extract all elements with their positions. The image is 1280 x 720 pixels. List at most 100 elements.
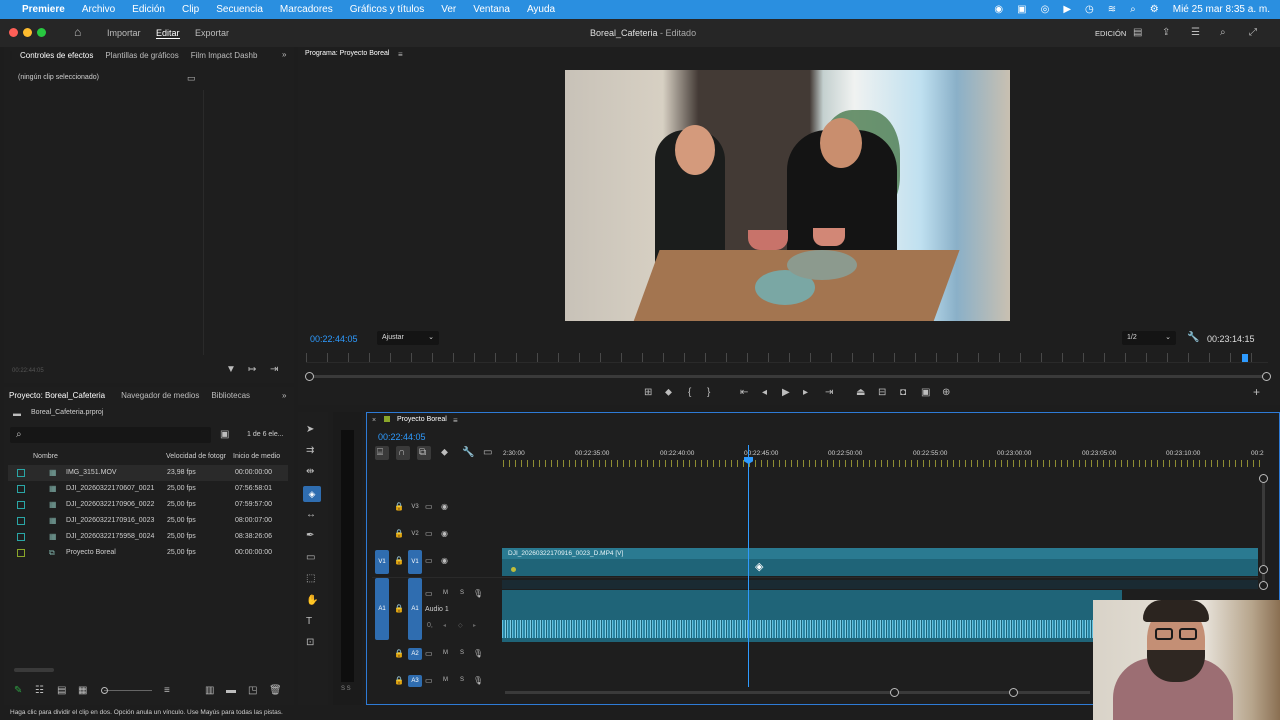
list-view-icon[interactable]: ☷ [35,686,44,696]
tab-media-browser[interactable]: Navegador de medios [121,391,199,400]
fit-dropdown[interactable]: Ajustar ⌄ [377,331,439,345]
more-tabs-icon[interactable]: » [282,50,286,60]
go-to-out-icon[interactable]: ⇥ [825,388,833,398]
slider-handle[interactable] [101,687,108,694]
program-monitor-title[interactable]: Programa: Proyecto Boreal [305,50,389,57]
automate-icon[interactable]: ▥ [205,686,214,696]
sync-lock-icon[interactable]: ▭ [425,529,433,539]
home-icon[interactable]: ⌂ [74,26,81,38]
color-label-swatch[interactable] [17,517,25,525]
source-patch-v1[interactable]: V1 [375,550,389,574]
sync-lock-icon[interactable]: ▭ [425,589,433,599]
solo-button[interactable]: S [460,677,464,683]
column-media-start[interactable]: Inicio de medio [233,453,280,460]
ripple-edit-tool-icon[interactable]: ⇹ [306,467,314,477]
pencil-icon[interactable]: ✎ [14,686,22,696]
project-scrollbar[interactable] [14,668,54,672]
wifi-icon[interactable]: ≋ [1108,4,1116,15]
color-label-swatch[interactable] [17,469,25,477]
share-icon[interactable]: ⇪ [1162,28,1170,38]
program-menu-icon[interactable]: ≡ [398,50,403,60]
sync-lock-icon[interactable]: ▭ [425,502,433,512]
vscroll-handle-bottom[interactable] [1259,565,1268,574]
slip-tool-icon[interactable]: ↔ [306,510,316,520]
source-patch-a1[interactable]: A1 [375,578,389,640]
audio1-volume[interactable]: 0, [427,622,433,629]
timeline-timecode[interactable]: 00:22:44:05 [378,432,426,442]
workspace-panel-icon[interactable]: ▤ [1133,28,1142,38]
nav-importar[interactable]: Importar [107,28,141,38]
microphone-icon[interactable]: 🎙 [473,589,483,599]
tab-effect-controls[interactable]: Controles de efectos [10,50,93,60]
menu-marcadores[interactable]: Marcadores [280,4,333,15]
close-window-icon[interactable] [9,28,18,37]
eye-icon[interactable]: ◉ [441,556,448,566]
play-status-icon[interactable]: ▶ [1063,4,1071,15]
mute-button[interactable]: M [443,590,448,596]
selection-tool-icon[interactable]: ➤ [306,425,314,435]
menu-secuencia[interactable]: Secuencia [216,4,263,15]
menu-app[interactable]: Premiere [22,4,65,15]
zoom-handle-right[interactable] [1262,372,1271,381]
sync-lock-icon[interactable]: ▭ [425,649,433,659]
add-marker-icon[interactable]: ⬥ [441,448,448,458]
extract-icon[interactable]: ⊟ [878,388,886,398]
step-forward-icon[interactable]: ▸ [803,388,808,398]
nav-exportar[interactable]: Exportar [195,28,229,38]
lock-icon[interactable]: 🔒 [394,649,404,659]
video-clip[interactable]: DJI_20260322170916_0023_D.MP4 [V] [502,548,1258,576]
hscroll-handle-right[interactable] [1009,688,1018,697]
thumbnail-size-slider[interactable] [104,690,152,691]
minimize-window-icon[interactable] [23,28,32,37]
video-frame[interactable] [565,70,1010,321]
panel-toggle-icon[interactable]: ▭ [187,73,196,83]
rectangle-tool-icon[interactable]: ▭ [306,553,315,563]
timeline-tab[interactable]: Proyecto Boreal [397,416,447,423]
comparison-icon[interactable]: ▣ [921,388,930,398]
menu-ventana[interactable]: Ventana [473,4,510,15]
new-bin-icon[interactable]: ▬ [226,686,236,696]
timeline-menu-icon[interactable]: ≡ [453,416,458,426]
caption-tool-icon[interactable]: ⊡ [306,638,314,648]
solo-button[interactable]: S [460,590,464,596]
lock-icon[interactable]: 🔒 [394,676,404,686]
track-target-v3[interactable]: V3 [408,501,422,513]
lock-icon[interactable]: 🔒 [394,529,404,539]
icon-view-icon[interactable]: ▤ [57,686,66,696]
search-ui-icon[interactable]: ⌕ [1220,28,1226,38]
track-target-a1[interactable]: A1 [408,578,422,640]
menu-ayuda[interactable]: Ayuda [527,4,555,15]
filter-icon[interactable]: ▼ [226,365,236,375]
output-icon[interactable]: ⇥ [270,365,278,375]
microphone-icon[interactable]: 🎙 [473,649,483,659]
program-ruler[interactable] [306,353,1268,363]
meter-solo-labels[interactable]: S S [341,686,351,692]
lock-icon[interactable]: 🔒 [394,604,404,614]
color-label-swatch[interactable] [17,533,25,541]
lock-icon[interactable]: 🔒 [394,556,404,566]
mark-out-icon[interactable]: } [707,388,710,398]
tab-graphics-templates[interactable]: Plantillas de gráficos [105,51,178,60]
workspace-label[interactable]: EDICIÓN [1095,29,1126,38]
more-tabs-icon[interactable]: » [282,391,286,401]
timeline-horizontal-scrollbar[interactable] [505,691,1090,694]
track-target-a3[interactable]: A3 [408,675,422,687]
track-target-a2[interactable]: A2 [408,648,422,660]
clock-status-icon[interactable]: ◷ [1085,4,1094,15]
zoom-handle-left[interactable] [305,372,314,381]
control-center-icon[interactable]: ⚙ [1150,4,1159,15]
vr-icon[interactable]: ⊕ [942,388,950,398]
color-label-swatch[interactable] [17,549,25,557]
sync-lock-icon[interactable]: ▭ [425,556,433,566]
marker-icon[interactable]: ⬥ [665,388,672,398]
text-select-tool-icon[interactable]: ⬚ [306,574,315,584]
project-search-input[interactable] [10,427,211,443]
creative-cloud-icon[interactable]: ◉ [994,4,1003,15]
menu-archivo[interactable]: Archivo [82,4,115,15]
program-playhead-timecode[interactable]: 00:22:44:05 [310,334,358,344]
vscroll-handle-top[interactable] [1259,474,1268,483]
step-back-icon[interactable]: ◂ [762,388,767,398]
zoom-window-icon[interactable] [37,28,46,37]
type-tool-icon[interactable]: T [306,617,312,627]
timeline-playhead[interactable] [748,445,749,687]
